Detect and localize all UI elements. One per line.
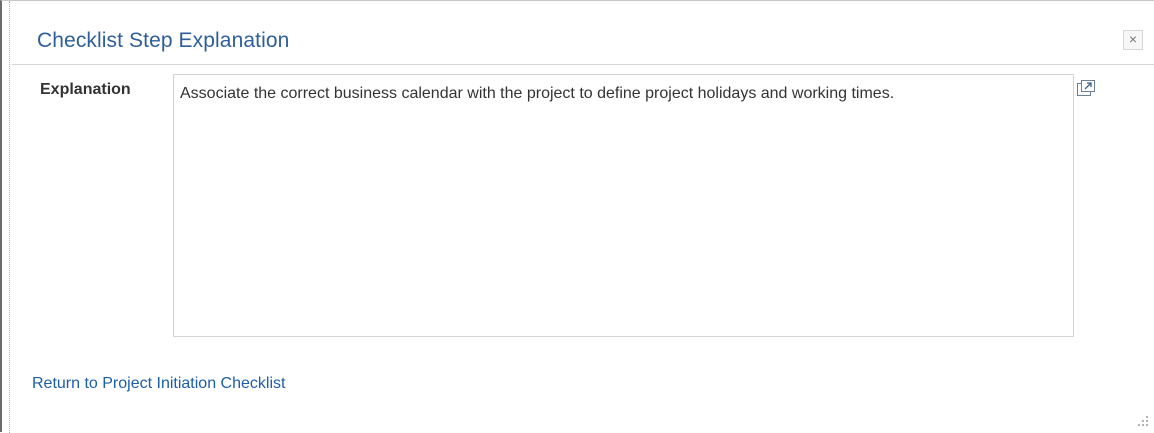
explanation-label: Explanation [40,81,131,98]
dialog-title: Checklist Step Explanation [37,29,290,52]
checklist-step-dialog: Checklist Step Explanation × Explanation… [0,0,1154,433]
close-button[interactable]: × [1123,30,1143,50]
return-to-checklist-link[interactable]: Return to Project Initiation Checklist [32,375,285,393]
expand-window-icon[interactable] [1076,79,1096,97]
resize-grip-icon[interactable] [1135,413,1149,427]
explanation-field[interactable]: Associate the correct business calendar … [173,74,1074,337]
window-edge [2,1,10,433]
dialog-titlebar: Checklist Step Explanation × [12,1,1154,65]
close-icon: × [1128,31,1138,47]
